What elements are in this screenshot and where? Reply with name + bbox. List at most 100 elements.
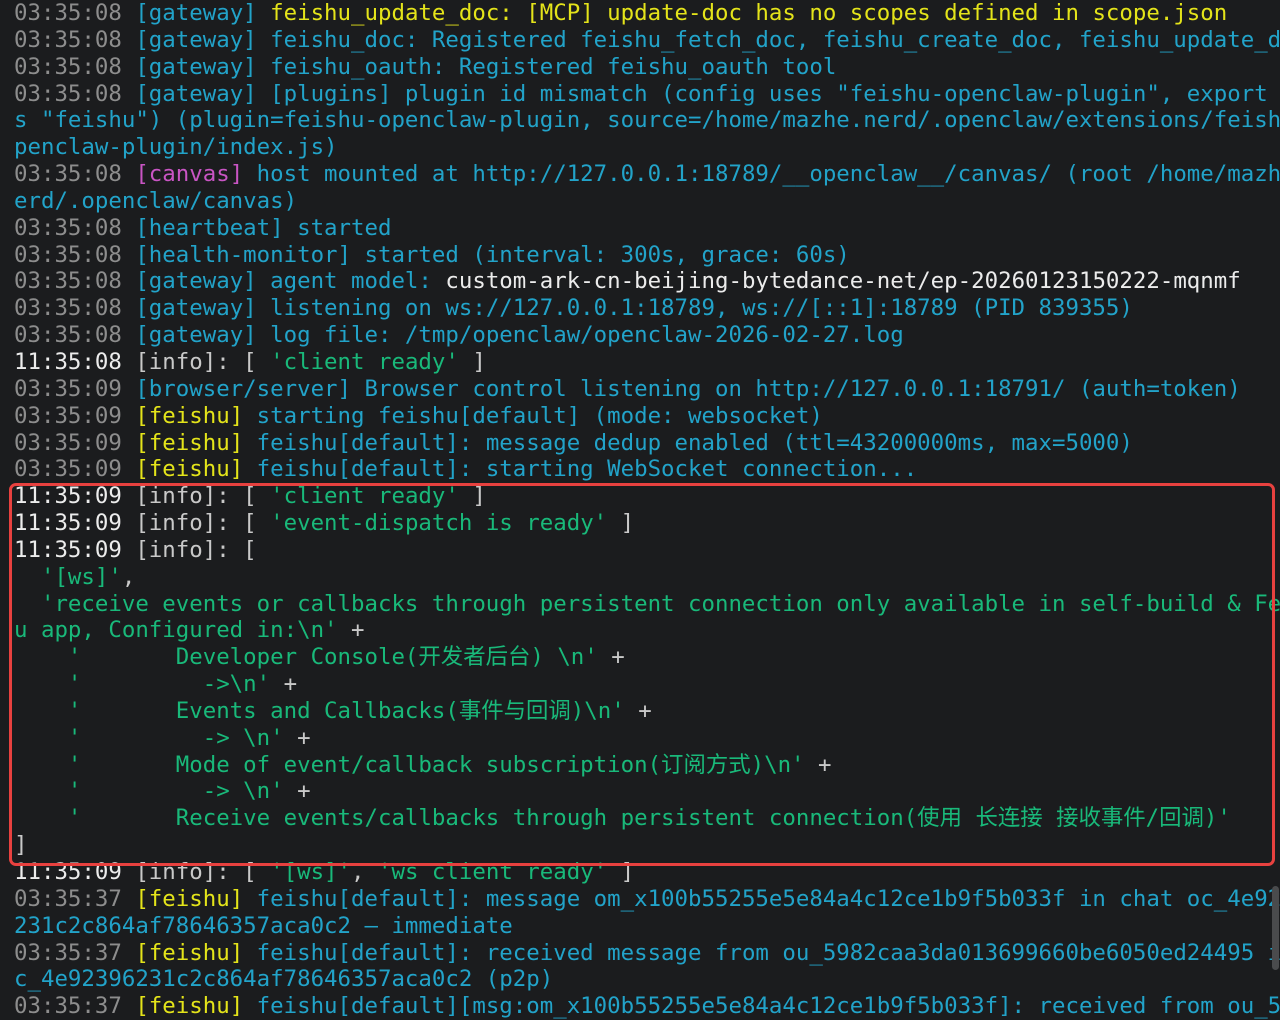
log-segment: 'receive events or callbacks through per…	[14, 590, 1280, 617]
log-segment: ' -> \n'	[14, 778, 284, 805]
log-segment: feishu[default]: received message from o…	[243, 939, 1280, 966]
log-segment: [canvas]	[135, 161, 244, 188]
log-segment: [gateway] listening on ws://127.0.0.1:18…	[135, 295, 1133, 322]
log-segment: 03:35:08	[14, 295, 136, 322]
log-segment: 03:35:37	[14, 939, 136, 966]
log-segment: ,	[121, 563, 136, 590]
log-segment: 03:35:37	[14, 993, 136, 1020]
log-line: 11:35:09 [info]: [ 'client ready' ]	[14, 483, 1280, 510]
log-segment: [feishu]	[135, 429, 244, 456]
log-segment: [feishu]	[135, 993, 244, 1020]
log-segment: '[ws]'	[14, 563, 122, 590]
log-segment: +	[804, 751, 832, 778]
log-segment: [gateway] log file: /tmp/openclaw/opencl…	[135, 322, 904, 349]
log-segment: [info]: [	[135, 348, 271, 375]
log-segment: c_4e92396231c2c864af78646357aca0c2 (p2p)	[14, 966, 554, 993]
scrollbar[interactable]	[1272, 886, 1279, 970]
log-line: 03:35:08 [gateway] log file: /tmp/opencl…	[14, 322, 1280, 349]
log-segment: feishu_update_doc: [MCP] update-doc has …	[270, 0, 1228, 26]
log-segment: 03:35:09	[14, 429, 136, 456]
log-segment: ]	[14, 832, 28, 859]
log-segment: 11:35:09	[14, 536, 136, 563]
log-segment: +	[597, 644, 625, 671]
log-segment: 'client ready'	[270, 348, 459, 375]
log-segment: 03:35:08	[14, 241, 136, 268]
log-segment: 03:35:09	[14, 375, 136, 402]
log-segment: 11:35:09	[14, 483, 136, 510]
log-line: 03:35:09 [browser/server] Browser contro…	[14, 376, 1280, 403]
log-line: 03:35:08 [canvas] host mounted at http:/…	[14, 161, 1280, 188]
log-segment: ,	[351, 859, 378, 885]
log-line: s "feishu") (plugin=feishu-openclaw-plug…	[14, 107, 1280, 134]
log-segment: 'ws client ready'	[378, 859, 608, 885]
log-segment: +	[624, 697, 652, 724]
log-segment: +	[283, 724, 311, 751]
log-segment: penclaw-plugin/index.js)	[14, 134, 338, 161]
log-segment: feishu[default]: starting WebSocket conn…	[243, 456, 918, 483]
log-line: 03:35:08 [health-monitor] started (inter…	[14, 242, 1280, 269]
log-segment: 03:35:08	[14, 80, 136, 107]
log-line: ]	[14, 832, 1280, 859]
log-segment: [health-monitor] started (interval: 300s…	[135, 241, 850, 268]
log-segment: u app, Configured in:\n'	[14, 617, 338, 644]
log-segment: [feishu]	[135, 402, 244, 429]
log-line: '[ws]',	[14, 564, 1280, 591]
log-segment: 03:35:37	[14, 885, 136, 912]
log-segment: [gateway] [plugins] plugin id mismatch (…	[135, 80, 1280, 107]
log-line: 03:35:08 [gateway] feishu_doc: Registere…	[14, 27, 1280, 54]
log-line: ' -> \n' +	[14, 778, 1280, 805]
log-segment: 11:35:09	[14, 859, 136, 885]
log-segment: +	[270, 671, 298, 698]
log-line: ' Mode of event/callback subscription(订阅…	[14, 752, 1280, 779]
log-segment: custom-ark-cn-beijing-bytedance-net/ep-2…	[445, 268, 1241, 295]
log-line: 03:35:09 [feishu] feishu[default]: messa…	[14, 430, 1280, 457]
log-line: 11:35:09 [info]: [ 'event-dispatch is re…	[14, 510, 1280, 537]
log-line: u app, Configured in:\n' +	[14, 617, 1280, 644]
log-line: 03:35:37 [feishu] feishu[default]: recei…	[14, 940, 1280, 967]
log-line: 03:35:08 [gateway] agent model: custom-a…	[14, 268, 1280, 295]
log-line: 11:35:09 [info]: [ '[ws]', 'ws client re…	[14, 859, 1280, 886]
log-segment: ' -> \n'	[14, 724, 284, 751]
log-segment: 03:35:08	[14, 161, 136, 188]
log-segment: [gateway] feishu_oauth: Registered feish…	[135, 53, 837, 80]
log-segment: 03:35:08	[14, 214, 136, 241]
log-segment: [info]: [	[135, 859, 271, 885]
log-segment: [info]: [	[135, 536, 257, 563]
log-segment: 03:35:08	[14, 53, 136, 80]
log-segment: ' ->\n'	[14, 671, 271, 698]
log-segment: [info]: [	[135, 483, 271, 510]
log-line: ' Developer Console(开发者后台) \n' +	[14, 644, 1280, 671]
log-line: 03:35:08 [gateway] feishu_update_doc: [M…	[14, 0, 1280, 27]
log-segment: ' Receive events/callbacks through persi…	[14, 805, 1231, 832]
log-line: 03:35:08 [heartbeat] started	[14, 215, 1280, 242]
log-segment: [feishu]	[135, 885, 244, 912]
log-segment: [browser/server] Browser control listeni…	[135, 375, 1241, 402]
log-segment: [feishu]	[135, 456, 244, 483]
log-line: 03:35:08 [gateway] [plugins] plugin id m…	[14, 81, 1280, 108]
log-segment: [feishu]	[135, 939, 244, 966]
log-line: ' ->\n' +	[14, 671, 1280, 698]
log-segment: feishu[default]: message dedup enabled (…	[243, 429, 1133, 456]
log-segment: ' Developer Console(开发者后台) \n'	[14, 644, 598, 671]
log-segment: feishu[default][msg:om_x100b55255e5e84a4…	[243, 993, 1280, 1020]
log-segment: 03:35:08	[14, 0, 136, 26]
log-line: 03:35:37 [feishu] feishu[default]: messa…	[14, 886, 1280, 913]
log-segment: 03:35:08	[14, 26, 136, 53]
log-segment: ]	[607, 859, 635, 885]
log-segment: host mounted at http://127.0.0.1:18789/_…	[243, 161, 1280, 188]
log-line: penclaw-plugin/index.js)	[14, 134, 1280, 161]
log-segment: [gateway]	[135, 0, 271, 26]
log-segment: 03:35:08	[14, 268, 136, 295]
log-line: 03:35:09 [feishu] starting feishu[defaul…	[14, 403, 1280, 430]
log-segment: ]	[458, 348, 486, 375]
log-segment: [info]: [	[135, 510, 271, 537]
log-segment: 11:35:09	[14, 510, 136, 537]
log-segment: [gateway] agent model:	[135, 268, 446, 295]
log-segment: erd/.openclaw/canvas)	[14, 187, 298, 214]
log-segment: ' Mode of event/callback subscription(订阅…	[14, 751, 805, 778]
log-segment: [heartbeat] started	[135, 214, 392, 241]
log-segment: feishu[default]: message om_x100b55255e5…	[243, 885, 1280, 912]
log-line: erd/.openclaw/canvas)	[14, 188, 1280, 215]
log-segment: s "feishu") (plugin=feishu-openclaw-plug…	[14, 107, 1280, 134]
log-line: 231c2c864af78646357aca0c2 — immediate	[14, 913, 1280, 940]
